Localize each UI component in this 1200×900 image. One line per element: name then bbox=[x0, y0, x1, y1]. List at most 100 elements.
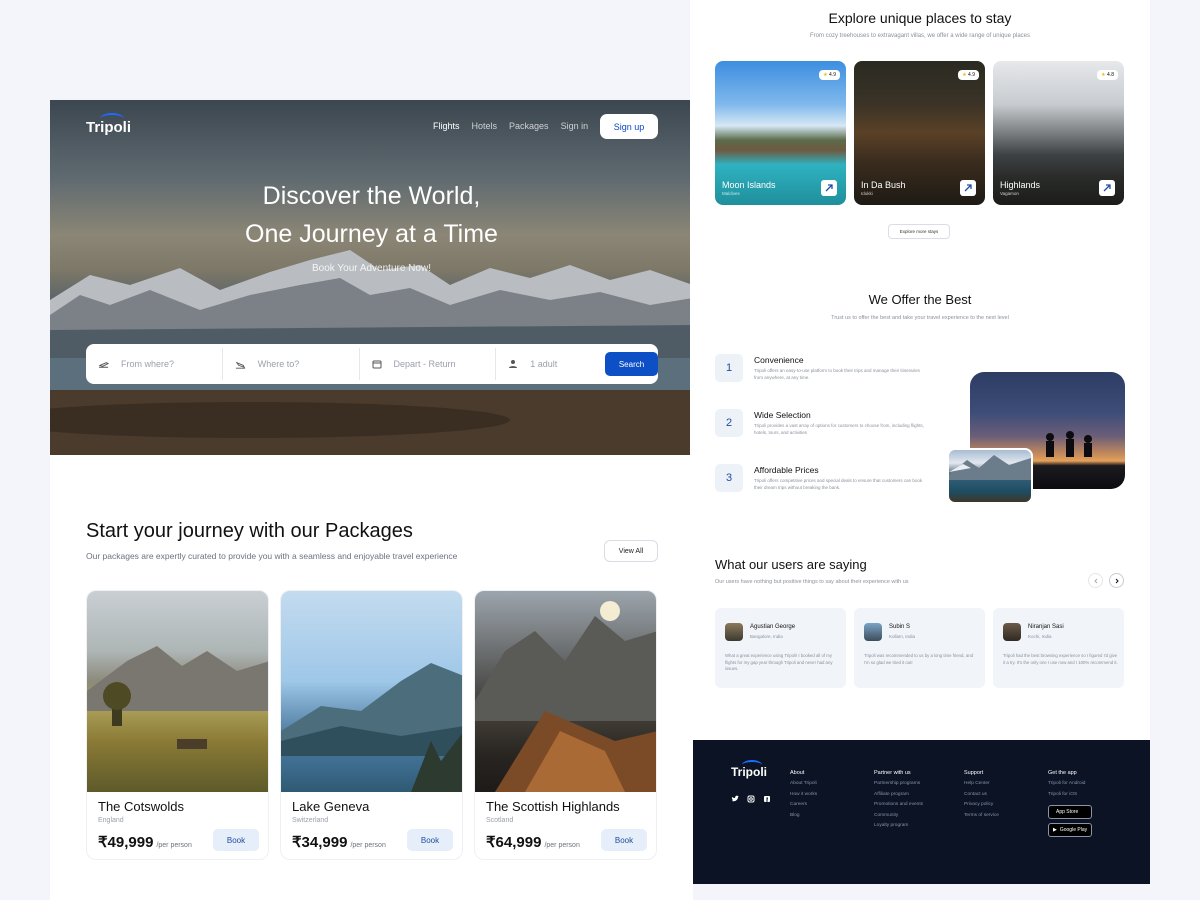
from-field[interactable]: From where? bbox=[86, 348, 223, 380]
arrow-up-right-icon[interactable] bbox=[821, 180, 837, 196]
footer-link[interactable]: Loyalty program bbox=[874, 823, 923, 828]
feature-title: Wide Selection bbox=[754, 410, 811, 420]
twitter-icon[interactable] bbox=[731, 795, 739, 803]
footer-link[interactable]: About Tripoli bbox=[790, 781, 817, 786]
takeoff-icon bbox=[98, 361, 109, 368]
footer-link[interactable]: How it works bbox=[790, 792, 817, 797]
price-value: ₹34,999 bbox=[292, 834, 348, 851]
play-icon: ▶ bbox=[1053, 826, 1057, 833]
review-card: Niranjan Sasi Kochi, India Tripoli had t… bbox=[993, 608, 1124, 688]
footer-link[interactable]: Community bbox=[874, 813, 923, 818]
dates-field[interactable]: Depart - Return bbox=[360, 348, 497, 380]
rating-badge: ★ 4.9 bbox=[819, 70, 840, 80]
footer-link[interactable]: Terms of service bbox=[964, 813, 999, 818]
footer-heading: Get the app bbox=[1048, 770, 1077, 776]
explore-more-stays-button[interactable]: Explore more stays bbox=[888, 224, 950, 239]
package-country: Switzerland bbox=[292, 817, 329, 824]
stay-name: Highlands bbox=[1000, 180, 1041, 190]
app-store-badge[interactable]: App Store bbox=[1048, 804, 1092, 819]
rating-value: 4.8 bbox=[1107, 72, 1114, 78]
arrow-up-right-icon[interactable] bbox=[1099, 180, 1115, 196]
landing-icon bbox=[235, 361, 245, 369]
review-text: What a great experience using Tripoli! I… bbox=[725, 653, 833, 671]
feature-title: Affordable Prices bbox=[754, 465, 819, 475]
facebook-icon[interactable] bbox=[763, 795, 771, 803]
search-button[interactable]: Search bbox=[605, 352, 658, 376]
guests-value: 1 adult bbox=[530, 359, 558, 369]
footer-link[interactable]: Careers bbox=[790, 802, 817, 807]
footer-logo[interactable]: Tripoli bbox=[731, 760, 767, 779]
footer-link[interactable]: Partnership programs bbox=[874, 781, 923, 786]
reviewer-name: Agustian George bbox=[750, 624, 796, 630]
price-per: /per person bbox=[350, 842, 386, 849]
price-value: ₹49,999 bbox=[98, 834, 154, 851]
brand-logo[interactable]: Tripoli bbox=[86, 113, 131, 136]
review-card: Agustian George Bangalore, India What a … bbox=[715, 608, 846, 688]
signup-button[interactable]: Sign up bbox=[600, 114, 658, 139]
reviewer-name: Niranjan Sasi bbox=[1028, 624, 1064, 630]
nav-link-flights[interactable]: Flights bbox=[433, 121, 460, 131]
hero-subtitle: Book Your Adventure Now! bbox=[312, 263, 431, 274]
review-text: Tripoli was recommended to us by a long … bbox=[864, 653, 973, 665]
arrow-up-right-icon[interactable] bbox=[960, 180, 976, 196]
stay-card-in-da-bush[interactable]: ★ 4.9 In Da Bush Idukki bbox=[854, 61, 985, 205]
google-play-badge[interactable]: ▶ Google Play bbox=[1048, 822, 1092, 837]
footer-link[interactable]: Privacy policy bbox=[964, 802, 999, 807]
package-card-lake-geneva[interactable]: Lake Geneva Switzerland ₹34,999/per pers… bbox=[280, 590, 463, 860]
footer-link[interactable]: Contact us bbox=[964, 792, 999, 797]
nav-link-hotels[interactable]: Hotels bbox=[472, 121, 498, 131]
footer-link[interactable]: Tripoli for Android bbox=[1048, 781, 1092, 786]
chevron-right-icon bbox=[1115, 578, 1119, 583]
user-icon bbox=[509, 360, 518, 368]
from-placeholder: From where? bbox=[121, 359, 175, 369]
footer-link[interactable]: Promotions and events bbox=[874, 802, 923, 807]
price-per: /per person bbox=[544, 842, 580, 849]
footer-link[interactable]: Blog bbox=[790, 813, 817, 818]
footer-link[interactable]: Help Center bbox=[964, 781, 999, 786]
feature-number: 1 bbox=[715, 354, 743, 382]
carousel-prev-button[interactable] bbox=[1088, 573, 1103, 588]
scottish-highlands-image bbox=[475, 591, 656, 792]
packages-subtitle: Our packages are expertly curated to pro… bbox=[86, 551, 458, 561]
package-card-cotswolds[interactable]: The Cotswolds England ₹49,999/per person… bbox=[86, 590, 269, 860]
package-card-scottish-highlands[interactable]: The Scottish Highlands Scotland ₹64,999/… bbox=[474, 590, 657, 860]
packages-title: Start your journey with our Packages bbox=[86, 520, 413, 542]
guests-field[interactable]: 1 adult bbox=[496, 348, 595, 380]
package-name: The Scottish Highlands bbox=[486, 799, 620, 814]
nav-link-packages[interactable]: Packages bbox=[509, 121, 549, 131]
nav-links: Flights Hotels Packages Sign in bbox=[433, 121, 588, 131]
footer-heading: About bbox=[790, 770, 805, 776]
view-all-button[interactable]: View All bbox=[604, 540, 658, 562]
book-button[interactable]: Book bbox=[601, 829, 647, 851]
reviewer-location: Bangalore, India bbox=[750, 634, 783, 639]
package-price: ₹49,999/per person bbox=[98, 833, 192, 851]
book-button[interactable]: Book bbox=[213, 829, 259, 851]
top-navbar: Tripoli Flights Hotels Packages Sign in … bbox=[50, 113, 693, 140]
stay-card-moon-islands[interactable]: ★ 4.9 Moon Islands Maldives bbox=[715, 61, 846, 205]
star-icon: ★ bbox=[1101, 72, 1106, 78]
feature-title: Convenience bbox=[754, 355, 804, 365]
instagram-icon[interactable] bbox=[747, 795, 755, 803]
stay-location: Maldives bbox=[722, 191, 740, 196]
book-button[interactable]: Book bbox=[407, 829, 453, 851]
stay-card-highlands[interactable]: ★ 4.8 Highlands Vagamon bbox=[993, 61, 1124, 205]
star-icon: ★ bbox=[823, 72, 828, 78]
footer-link[interactable]: Affiliate program bbox=[874, 792, 923, 797]
hero-section: Tripoli Flights Hotels Packages Sign in … bbox=[50, 100, 693, 455]
package-name: The Cotswolds bbox=[98, 799, 184, 814]
carousel-next-button[interactable] bbox=[1109, 573, 1124, 588]
rating-value: 4.9 bbox=[829, 72, 836, 78]
landing-left-panel: Tripoli Flights Hotels Packages Sign in … bbox=[50, 100, 693, 900]
nav-link-signin[interactable]: Sign in bbox=[561, 121, 589, 131]
footer-link[interactable]: Tripoli for iOS bbox=[1048, 792, 1092, 797]
offer-title: We Offer the Best bbox=[868, 292, 972, 307]
stays-title: Explore unique places to stay bbox=[828, 10, 1012, 26]
package-name: Lake Geneva bbox=[292, 799, 370, 814]
package-price: ₹64,999/per person bbox=[486, 833, 580, 851]
to-field[interactable]: Where to? bbox=[223, 348, 360, 380]
price-value: ₹64,999 bbox=[486, 834, 542, 851]
to-placeholder: Where to? bbox=[257, 359, 300, 369]
stay-cards: ★ 4.9 Moon Islands Maldives ★ 4.9 In Da … bbox=[715, 61, 1124, 205]
review-cards: Agustian George Bangalore, India What a … bbox=[715, 608, 1124, 688]
avatar bbox=[864, 623, 882, 641]
